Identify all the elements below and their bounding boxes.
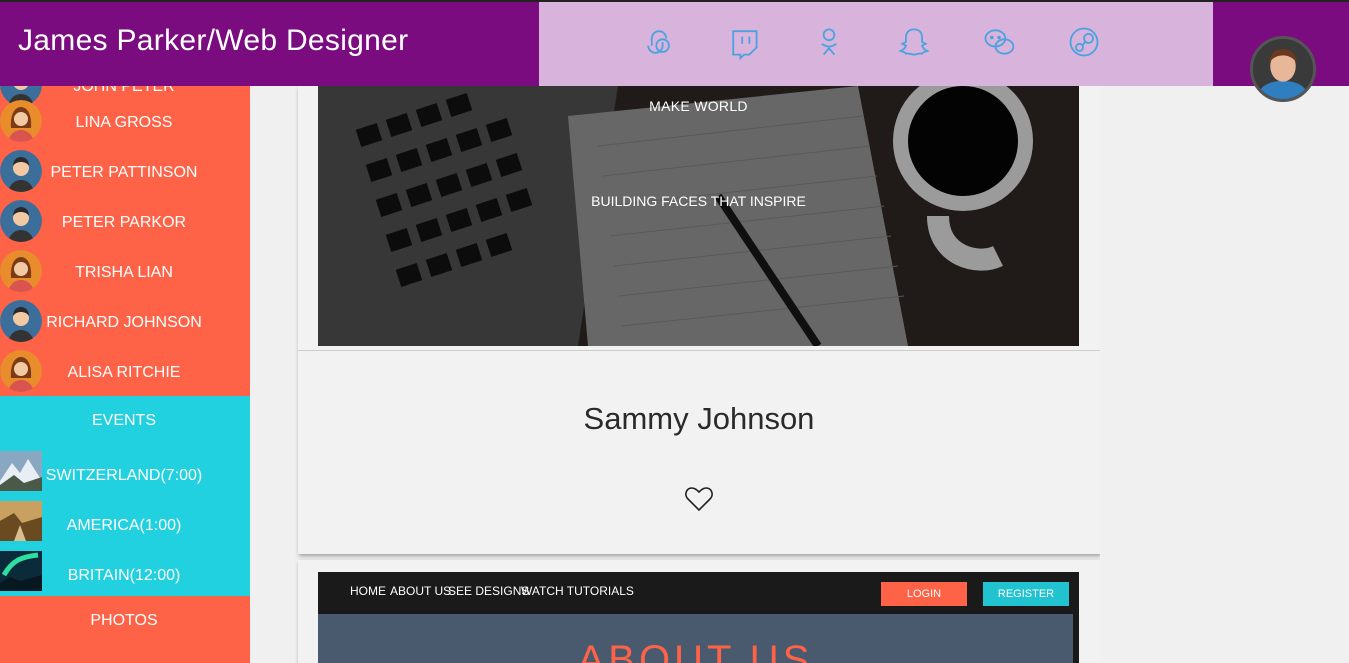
sidebar-item-label: ALISA RITCHIE [67,364,181,381]
sidebar-item-label: TRISHA LIAN [75,264,173,281]
app-window: James Parker/Web Designer JOHN PETER LIN… [0,0,1349,663]
event-item[interactable]: AMERICA(1:00) [0,501,250,541]
login-button[interactable]: LOGIN [881,582,967,606]
hero-image: MAKE WORLD BUILDING FACES THAT INSPIRE [318,86,1079,346]
steam-icon[interactable] [1064,22,1104,62]
snapchat-icon[interactable] [894,22,934,62]
photos-section[interactable]: PHOTOS [0,596,250,663]
event-label: BRITAIN(12:00) [67,567,181,584]
event-label: AMERICA(1:00) [66,517,182,534]
wechat-icon[interactable] [979,22,1019,62]
register-button[interactable]: REGISTER [983,582,1069,606]
photos-title: PHOTOS [90,612,158,629]
right-panel [1100,86,1349,663]
odnoklassniki-icon[interactable] [809,22,849,62]
top-header: James Parker/Web Designer [0,0,1349,102]
nav-see-designs[interactable]: SEE DESIGNS [448,584,529,598]
twitch-icon[interactable] [724,22,764,62]
social-bar [539,2,1213,86]
nav-about-us[interactable]: ABOUT US [390,584,451,598]
events-title: EVENTS [91,412,156,429]
sidebar-item-label: RICHARD JOHNSON [46,314,202,331]
stumbleupon-icon[interactable] [639,22,679,62]
sidebar-item-label: PETER PATTINSON [50,164,198,181]
sidebar-item-person[interactable]: ALISA RITCHIE [0,350,250,400]
nav-watch-tutorials[interactable]: WATCH TUTORIALS [521,584,634,598]
event-label: SWITZERLAND(7:00) [45,467,203,484]
sidebar-item-person[interactable]: PETER PARKOR [0,200,250,250]
sidebar-item-person[interactable]: LINA GROSS [0,100,250,150]
website-preview: HOME ABOUT US SEE DESIGNS WATCH TUTORIAL… [318,572,1079,663]
sidebar-item-person[interactable]: TRISHA LIAN [0,250,250,300]
sidebar-item-label: LINA GROSS [75,114,173,131]
sidebar-item-label: JOHN PETER [73,86,175,95]
hero-text-primary: MAKE WORLD [649,98,748,114]
sidebar-item-label: PETER PARKOR [61,214,187,231]
hero-text-secondary: BUILDING FACES THAT INSPIRE [591,193,806,209]
card-divider [298,350,1100,351]
event-item[interactable]: SWITZERLAND(7:00) [0,451,250,491]
preview-card: HOME ABOUT US SEE DESIGNS WATCH TUTORIAL… [298,560,1100,663]
brand-title: James Parker/Web Designer [18,24,409,57]
event-item[interactable]: BRITAIN(12:00) [0,551,250,591]
card-name: Sammy Johnson [583,401,815,436]
preview-banner: ABOUT US [318,614,1073,663]
profile-card: MAKE WORLD BUILDING FACES THAT INSPIRE S… [298,86,1100,554]
sidebar: JOHN PETER LINA GROSS PETER PATTINSON PE… [0,86,250,663]
heart-icon[interactable] [685,486,713,512]
desk-illustration [318,86,1079,346]
user-avatar[interactable] [1250,36,1316,102]
sidebar-item-person[interactable]: PETER PATTINSON [0,150,250,200]
nav-home[interactable]: HOME [350,584,386,598]
preview-heading: ABOUT US [577,638,814,663]
sidebar-item-person[interactable]: RICHARD JOHNSON [0,300,250,350]
events-section: EVENTS SWITZERLAND(7:00) AMERICA(1:00) B… [0,396,250,596]
